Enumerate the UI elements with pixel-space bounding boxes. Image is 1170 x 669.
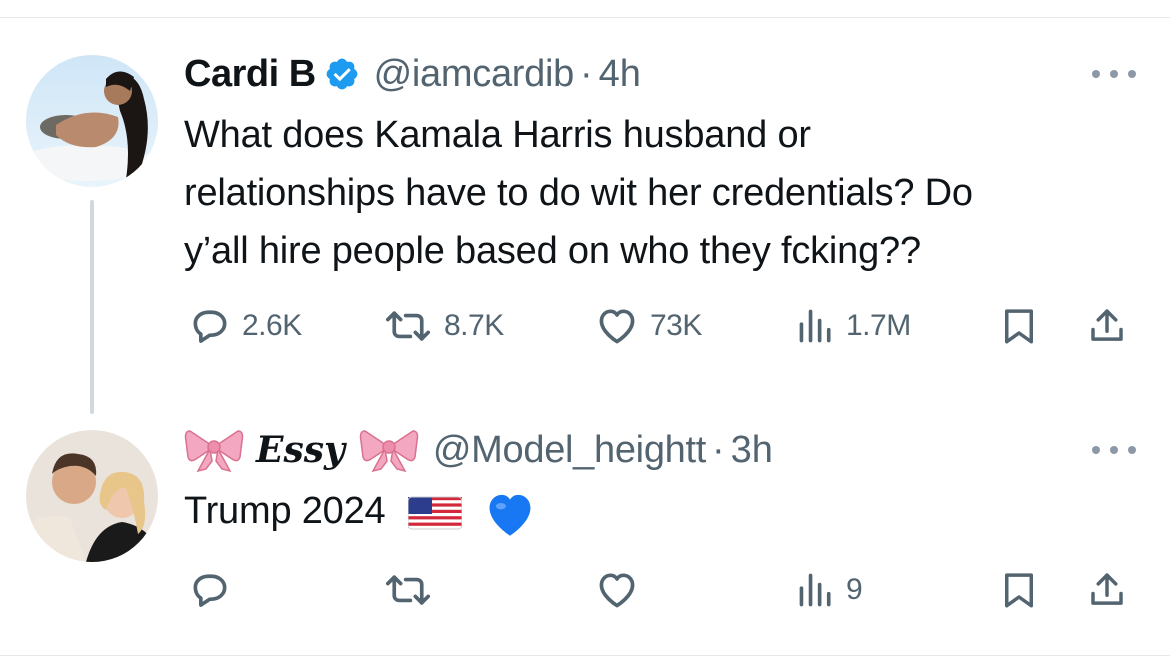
tweet-text-line: What does Kamala Harris husband or — [184, 114, 811, 156]
bottom-divider — [0, 655, 1170, 656]
reply-icon — [188, 304, 232, 348]
display-name[interactable]: Cardi B — [184, 53, 316, 96]
blue-heart-icon — [482, 488, 538, 538]
bookmark-icon — [998, 304, 1040, 348]
tweet2-text: Trump 2024 — [184, 482, 1144, 540]
views-button[interactable]: 9 — [796, 562, 863, 618]
retweet-button[interactable] — [382, 562, 434, 618]
reply-icon — [188, 568, 232, 612]
handle[interactable]: @Model_heightt — [433, 429, 706, 472]
separator: · — [579, 52, 593, 95]
us-flag-icon — [407, 493, 462, 533]
handle[interactable]: @iamcardib — [374, 53, 575, 96]
more-icon[interactable] — [1092, 440, 1136, 460]
reply-count: 2.6K — [242, 309, 302, 342]
tweet1-text: What does Kamala Harris husband or relat… — [184, 106, 1144, 280]
views-button[interactable]: 1.7M — [796, 298, 911, 354]
bookmark-button[interactable] — [998, 298, 1040, 354]
like-button[interactable]: 73K — [594, 298, 702, 354]
more-icon[interactable] — [1092, 64, 1136, 84]
share-icon — [1086, 568, 1128, 612]
tweet-text-line: y’all hire people based on who they fcki… — [184, 230, 921, 272]
share-button[interactable] — [1086, 562, 1128, 618]
tweet2-header: Essy @Model_heightt · 3h — [184, 424, 773, 476]
retweet-count: 8.7K — [444, 309, 504, 342]
retweet-button[interactable]: 8.7K — [382, 298, 504, 354]
views-icon — [796, 304, 836, 348]
timestamp[interactable]: 4h — [599, 53, 641, 96]
avatar-essy[interactable] — [26, 430, 158, 562]
top-divider — [0, 17, 1170, 18]
share-icon — [1086, 304, 1128, 348]
views-icon — [796, 568, 836, 612]
like-icon — [594, 304, 640, 348]
bookmark-icon — [998, 568, 1040, 612]
tweet1-actions: 2.6K 8.7K 73K 1.7M — [184, 298, 1144, 354]
ribbon-icon — [359, 425, 419, 475]
tweet1-header: Cardi B @iamcardib · 4h — [184, 48, 641, 100]
share-button[interactable] — [1086, 298, 1128, 354]
reply-button[interactable] — [188, 562, 232, 618]
thread-line — [90, 200, 94, 414]
ribbon-icon — [184, 425, 244, 475]
reply-button[interactable]: 2.6K — [188, 298, 302, 354]
display-name-group[interactable]: Essy — [184, 425, 419, 475]
verified-icon — [324, 56, 360, 92]
separator: · — [712, 428, 725, 471]
retweet-icon — [382, 568, 434, 612]
like-icon — [594, 568, 640, 612]
timestamp[interactable]: 3h — [731, 429, 773, 472]
bookmark-button[interactable] — [998, 562, 1040, 618]
tweet2-actions: 9 — [184, 562, 1144, 618]
like-button[interactable] — [594, 562, 640, 618]
views-count: 1.7M — [846, 309, 911, 342]
tweet-text-line: Trump 2024 — [184, 490, 386, 532]
tweet-text-line: relationships have to do wit her credent… — [184, 172, 973, 214]
avatar-cardi-b[interactable] — [26, 55, 158, 187]
retweet-icon — [382, 304, 434, 348]
views-count: 9 — [846, 573, 863, 606]
like-count: 73K — [650, 309, 702, 342]
display-name: Essy — [256, 429, 345, 471]
